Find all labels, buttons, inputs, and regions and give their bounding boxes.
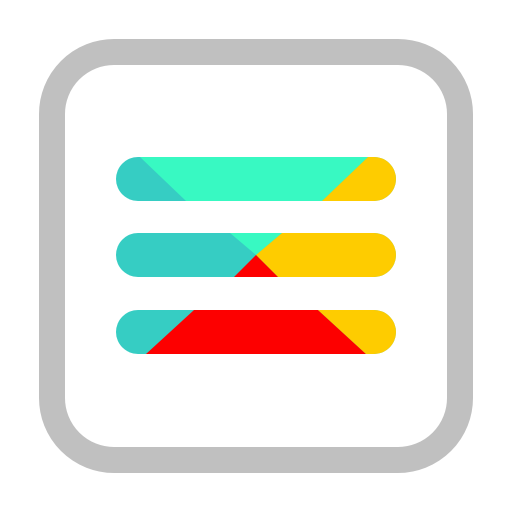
menu-app-icon[interactable]: [0, 0, 512, 512]
menu-icon: [39, 39, 473, 473]
menu-bar-middle: [116, 233, 396, 277]
menu-bar-top: [116, 157, 396, 201]
menu-bar-bottom: [116, 310, 396, 354]
